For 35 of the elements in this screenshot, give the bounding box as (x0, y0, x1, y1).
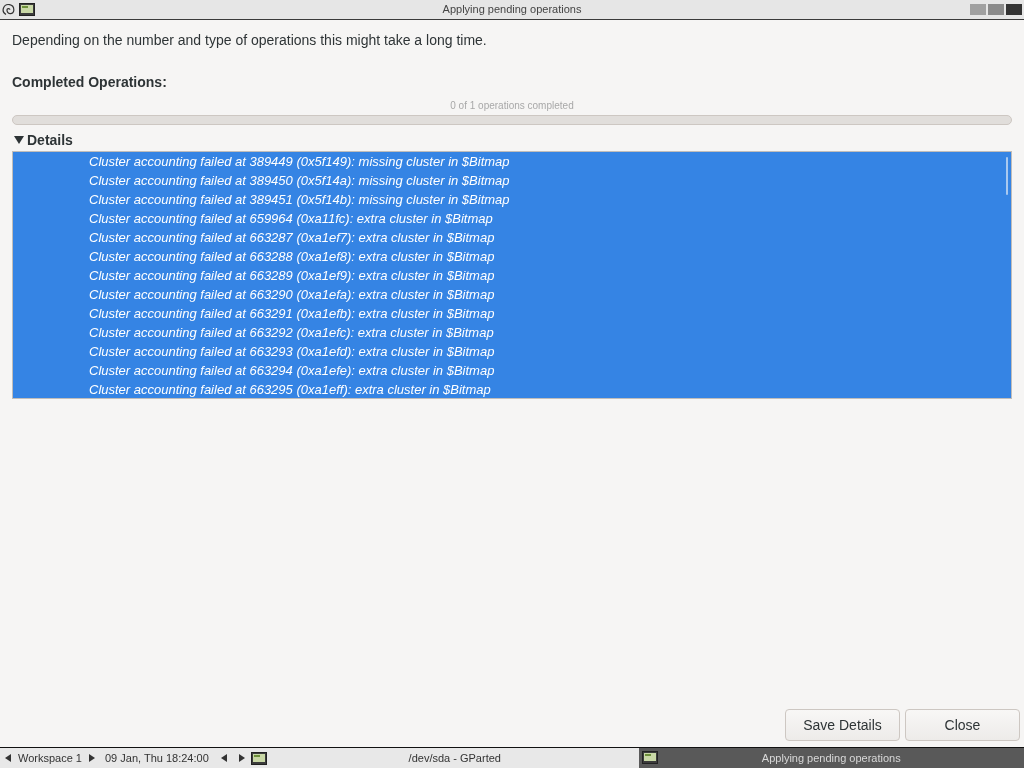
caret-left-icon[interactable] (220, 754, 228, 762)
log-line: Cluster accounting failed at 663289 (0xa1ef9): extra cluster in $Bitmap (89, 267, 495, 285)
save-details-button[interactable]: Save Details (785, 709, 900, 741)
details-log[interactable] (12, 151, 1012, 399)
log-line: Cluster accounting failed at 663295 (0xa1eff): extra cluster in $Bitmap (89, 381, 491, 398)
window-icon[interactable] (19, 3, 35, 16)
log-line: Cluster accounting failed at 663291 (0xa1efb): extra cluster in $Bitmap (89, 305, 495, 323)
log-line: Cluster accounting failed at 659964 (0xa11fc): extra cluster in $Bitmap (89, 210, 493, 228)
caret-left-icon[interactable] (5, 754, 12, 762)
log-line: Cluster accounting failed at 663290 (0xa1efa): extra cluster in $Bitmap (89, 286, 495, 304)
clock: 09 Jan, Thu 18:24:00 (105, 751, 209, 766)
window-icon (641, 751, 658, 764)
progress-text: 0 of 1 operations completed (450, 100, 574, 112)
caret-right-icon[interactable] (88, 754, 95, 762)
caret-right-icon[interactable] (237, 754, 245, 762)
close-button[interactable]: Close (905, 709, 1020, 741)
section-label: Completed Operations: (12, 74, 168, 91)
info-message: Depending on the number and type of operations this might take a long time. (12, 32, 488, 49)
log-line: Cluster accounting failed at 663288 (0xa1ef8): extra cluster in $Bitmap (89, 248, 495, 266)
details-expander[interactable]: Details (12, 132, 73, 148)
log-line: Cluster accounting failed at 663293 (0xa1efd): extra cluster in $Bitmap (89, 343, 495, 361)
window-icon[interactable] (250, 751, 267, 765)
taskbar-task[interactable]: /dev/sda - GParted (271, 748, 639, 768)
taskbar-task[interactable]: Applying pending operations (638, 748, 1024, 768)
window-title: Applying pending operations (442, 2, 582, 17)
workspace-label[interactable]: Workspace 1 (18, 748, 82, 768)
scrollbar-thumb[interactable] (1006, 157, 1008, 195)
log-line: Cluster accounting failed at 389450 (0x5f14a): missing cluster in $Bitmap (89, 172, 510, 190)
swirl-logo-icon[interactable] (2, 3, 15, 16)
log-line: Cluster accounting failed at 389449 (0x5f149): missing cluster in $Bitmap (89, 153, 510, 171)
log-line: Cluster accounting failed at 663287 (0xa1ef7): extra cluster in $Bitmap (89, 229, 495, 247)
log-line: Cluster accounting failed at 663294 (0xa1efe): extra cluster in $Bitmap (89, 362, 495, 380)
log-line: Cluster accounting failed at 389451 (0x5f14b): missing cluster in $Bitmap (89, 191, 510, 209)
caret-down-icon (14, 136, 24, 144)
log-line: Cluster accounting failed at 663292 (0xa1efc): extra cluster in $Bitmap (89, 324, 494, 342)
